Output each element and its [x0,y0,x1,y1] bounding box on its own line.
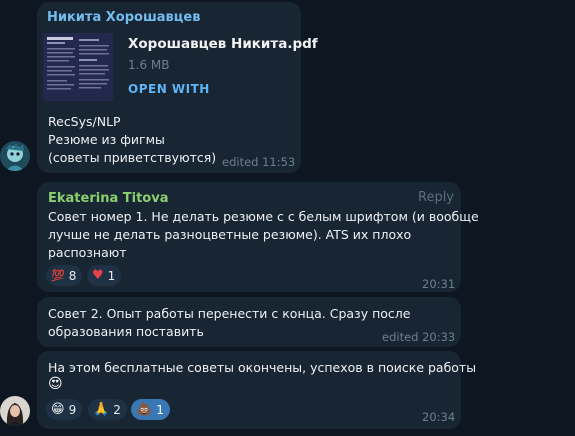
sender-avatar[interactable] [0,141,30,171]
message-text-line: лучше не делать разноцветные резюме). AT… [48,227,412,242]
message-text-line: Совет 2. Опыт работы перенести с конца. … [48,306,411,321]
reaction-poop-selected[interactable]: 💩 1 [131,399,170,420]
message-time: 20:34 [422,410,456,424]
heart-icon: ♥ [92,268,104,283]
message-time: edited 20:33 [382,330,456,344]
message-text-line: распознают [48,245,127,260]
message-text-line: RecSys/NLP [48,114,121,129]
reaction-hundred[interactable]: 💯 8 [46,265,83,286]
reaction-grin[interactable]: 😁 9 [46,399,83,420]
reaction-count: 9 [68,402,77,417]
sender-name[interactable]: Ekaterina Titova [48,191,168,206]
hundred-icon: 💯 [51,269,65,282]
open-with-button[interactable]: OPEN WITH [128,82,210,96]
sender-name[interactable]: Никита Хорошавцев [47,10,200,25]
message-text-line: (советы приветствуются) [48,150,217,165]
reaction-heart[interactable]: ♥ 1 [87,265,122,286]
message-text-line: образования поставить [48,324,204,339]
grin-icon: 😁 [51,402,65,417]
sender-avatar[interactable] [0,396,30,426]
message-text-line: Совет номер 1. Не делать резюме с с белы… [48,209,479,224]
reaction-count: 2 [113,402,121,417]
pdf-thumbnail[interactable] [43,33,113,101]
reaction-pray[interactable]: 🙏 2 [88,399,127,420]
message-text-line: Резюме из фигмы [48,132,165,147]
reaction-count: 1 [107,268,116,283]
reaction-count: 1 [156,402,164,417]
message-time: 20:31 [422,277,456,291]
message-text-line: На этом бесплатные советы окончены, успе… [48,360,477,375]
file-name[interactable]: Хорошавцев Никита.pdf [128,36,318,52]
file-size: 1.6 MB [128,58,170,72]
poop-icon: 💩 [136,402,153,417]
heart-eyes-emoji: 😍 [48,376,63,392]
reaction-count: 8 [68,268,77,283]
message-time: edited 11:53 [222,155,296,169]
reply-button[interactable]: Reply [418,190,454,205]
pray-icon: 🙏 [93,402,110,417]
